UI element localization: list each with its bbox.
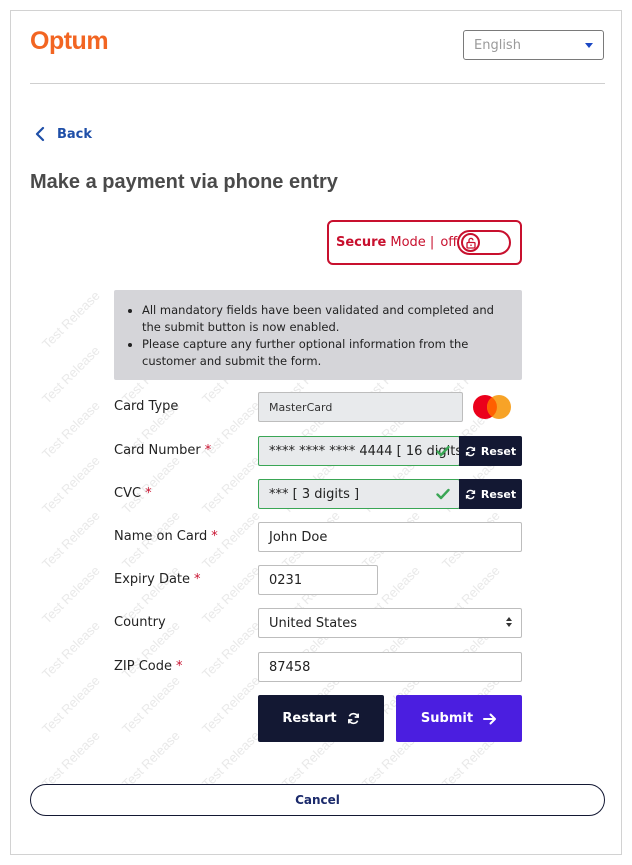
country-label: Country [114,615,166,630]
watermark-text: Test Release [199,452,263,517]
zip-code-value: 87458 [269,659,311,675]
expiry-date-value: 0231 [269,572,303,588]
watermark-text: Test Release [39,617,103,682]
cvc-field[interactable]: *** [ 3 digits ] [258,479,460,509]
expiry-date-label-text: Expiry Date [114,572,191,587]
secure-label: Secure [336,235,387,250]
checkmark-icon [436,488,450,500]
refresh-icon [465,446,476,456]
chevron-down-icon [585,43,593,48]
name-on-card-label-text: Name on Card [114,529,208,544]
cvc-label-text: CVC [114,486,142,501]
required-marker: * [204,443,212,458]
watermark-text: Test Release [199,617,263,682]
card-number-value: **** **** **** 4444 [ 16 digits ] [269,443,460,459]
language-select-value: English [474,38,521,53]
secure-mode-toggle[interactable] [457,230,511,255]
watermark-text: Test Release [199,562,263,627]
select-arrows-icon [506,617,512,627]
watermark-text: Test Release [39,562,103,627]
restart-button[interactable]: Restart [258,695,384,742]
watermark-text: Test Release [39,287,103,352]
expiry-date-label: Expiry Date * [114,572,201,587]
cvc-value: *** [ 3 digits ] [269,486,360,502]
submit-label: Submit [420,711,474,726]
required-marker: * [176,659,183,674]
country-label-text: Country [114,615,166,630]
card-type-field: MasterCard [258,392,463,422]
watermark-text: Test Release [39,452,103,517]
card-number-label-text: Card Number [114,443,201,458]
watermark-text: Test Release [39,727,103,792]
info-item: Please capture any further optional info… [142,336,512,370]
back-link[interactable]: Back [35,126,92,142]
required-marker: * [145,486,152,501]
card-number-reset-button[interactable]: Reset [459,436,522,466]
card-type-label-text: Card Type [114,399,179,414]
optum-logo: Optum [30,27,109,55]
checkmark-icon [436,445,450,457]
mode-label: Mode | [390,235,435,250]
cancel-label: Cancel [295,793,340,807]
secure-mode-toggle-box: Secure Mode | off [327,220,522,265]
payment-frame: Test Release Test Release Test Release Test… [10,10,622,855]
unlock-icon [465,237,476,249]
toggle-knob [461,233,480,252]
header-divider [30,83,605,84]
restart-label: Restart [282,711,337,726]
watermark-text: Test Release [39,397,103,462]
page-title: Make a payment via phone entry [30,171,338,193]
refresh-icon [465,489,476,499]
reset-label: Reset [480,444,517,458]
card-number-field[interactable]: **** **** **** 4444 [ 16 digits ] [258,436,460,466]
watermark-text: Test Release [39,507,103,572]
refresh-icon [347,712,359,725]
watermark-text: Test Release [119,672,183,737]
required-marker: * [211,529,218,544]
chevron-left-icon [35,126,45,142]
country-select[interactable]: United States [258,608,522,638]
arrow-right-icon [483,713,497,724]
watermark-text: Test Release [39,342,103,407]
watermark-text: Test Release [39,672,103,737]
zip-code-label: ZIP Code * [114,659,183,674]
watermark-text: Test Release [119,452,183,517]
cvc-reset-button[interactable]: Reset [459,479,522,509]
cvc-label: CVC * [114,486,152,501]
language-select[interactable]: English [463,30,604,60]
required-marker: * [194,572,201,587]
mastercard-icon [473,395,511,419]
name-on-card-input[interactable]: John Doe [258,522,522,552]
submit-button[interactable]: Submit [396,695,522,742]
zip-code-input[interactable]: 87458 [258,652,522,682]
watermark-text: Test Release [119,727,183,792]
info-item: All mandatory fields have been validated… [142,302,512,336]
cancel-button[interactable]: Cancel [30,784,605,816]
watermark-text: Test Release [199,727,263,792]
watermark-text: Test Release [199,672,263,737]
back-label: Back [57,126,93,142]
zip-code-label-text: ZIP Code [114,659,172,674]
card-type-value: MasterCard [269,400,333,414]
validation-info-box: All mandatory fields have been validated… [114,290,522,380]
card-number-label: Card Number * [114,443,211,458]
name-on-card-value: John Doe [269,529,328,545]
expiry-date-input[interactable]: 0231 [258,565,378,595]
name-on-card-label: Name on Card * [114,529,218,544]
card-type-label: Card Type [114,399,178,414]
reset-label: Reset [480,487,517,501]
country-value: United States [269,615,358,631]
secure-mode-state: off [440,235,458,250]
